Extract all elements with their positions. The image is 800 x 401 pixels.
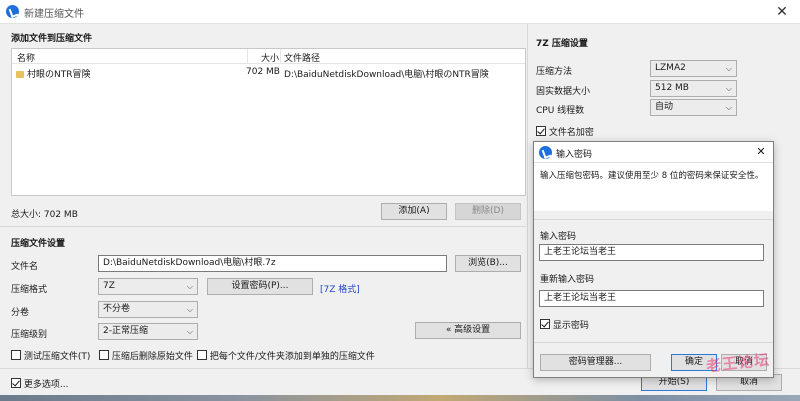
file-list-header: 名称 大小 文件路径 [12,49,525,64]
browse-button[interactable]: 浏览(B)... [455,255,521,272]
reenter-password-field[interactable]: 上老王论坛当老王 [539,290,764,307]
file-list[interactable]: 名称 大小 文件路径 村眼のNTR冒険 702 MB D:\BaiduNetdi… [11,48,526,196]
more-options-label: 更多选项... [23,380,69,390]
column-divider [280,49,281,64]
enter-password-label: 输入密码 [540,232,577,242]
password-dialog: 输入密码 ✕ 输入压缩包密码。建议使用至少 8 位的密码来保证安全性。 输入密码… [533,141,774,378]
column-size[interactable]: 大小 [261,51,279,64]
format-select[interactable]: 7Z ⌵ [98,278,198,295]
panel-divider [527,24,528,368]
chevron-down-icon: ⌵ [186,327,193,336]
split-select-value: 不分卷 [103,304,131,314]
separate-archives-label: 把每个文件/文件夹添加到单独的压缩文件 [209,352,375,362]
method-select-value: LZMA2 [655,63,686,73]
column-name[interactable]: 名称 [17,51,35,64]
password-manager-button[interactable]: 密码管理器... [540,354,651,371]
file-path: D:\BaiduNetdiskDownload\电脑\村眼のNTR冒険 [284,70,489,80]
encrypt-names-checkbox[interactable] [536,126,546,136]
password-dialog-description: 输入压缩包密码。建议使用至少 8 位的密码来保证安全性。 [540,171,764,181]
file-size: 702 MB [246,67,280,77]
split-label: 分卷 [11,308,30,318]
format-select-value: 7Z [103,281,115,291]
show-password-label: 显示密码 [552,321,589,331]
more-options-option[interactable]: 更多选项... [11,377,68,390]
level-select-value: 2-正常压缩 [103,326,148,336]
dialog-divider [534,219,773,220]
chevron-down-icon: ⌵ [186,282,193,291]
chevron-down-icon: ⌵ [725,84,732,93]
app-icon [6,5,19,18]
advanced-settings-button[interactable]: « 高级设置 [415,322,521,339]
window-close-button[interactable]: ✕ [773,3,791,21]
method-label: 压缩方法 [536,67,573,77]
column-path[interactable]: 文件路径 [284,51,320,64]
split-select[interactable]: 不分卷 ⌵ [98,301,198,318]
test-archive-label: 测试压缩文件(T) [23,352,91,362]
section-divider [0,226,526,227]
file-name-cell: 村眼のNTR冒険 [16,67,90,80]
delete-after-option[interactable]: 压缩后删除原始文件 [99,349,193,362]
solid-size-select[interactable]: 512 MB ⌵ [650,80,737,97]
password-dialog-close-button[interactable]: ✕ [753,144,769,160]
enter-password-field[interactable]: 上老王论坛当老王 [539,244,764,261]
delete-after-checkbox[interactable] [99,350,109,360]
files-panel-heading: 添加文件到压缩文件 [11,34,93,44]
filename-field[interactable]: D:\BaiduNetdiskDownload\电脑\村眼.7z [98,255,447,272]
reenter-password-label: 重新输入密码 [540,275,595,285]
threads-select-value: 自动 [655,102,674,112]
filename-label: 文件名 [11,262,39,272]
delete-after-label: 压缩后删除原始文件 [111,352,193,362]
dialog-divider [534,342,773,343]
sevenz-heading: 7Z 压缩设置 [536,39,588,49]
window-titlebar: 新建压缩文件 ✕ [0,0,800,24]
column-divider [247,49,248,64]
add-button[interactable]: 添加(A) [381,203,447,220]
total-size: 总大小: 702 MB [11,210,78,220]
chevron-down-icon: ⌵ [186,305,193,314]
separate-archives-option[interactable]: 把每个文件/文件夹添加到单独的压缩文件 [197,349,375,362]
set-password-button[interactable]: 设置密码(P)... [207,278,313,295]
table-row[interactable]: 村眼のNTR冒険 702 MB D:\BaiduNetdiskDownload\… [12,65,525,80]
password-dialog-description-area: 输入压缩包密码。建议使用至少 8 位的密码来保证安全性。 [534,163,773,211]
window-title: 新建压缩文件 [24,9,84,20]
method-select[interactable]: LZMA2 ⌵ [650,60,737,77]
level-select[interactable]: 2-正常压缩 ⌵ [98,323,198,340]
app-icon [539,146,552,159]
threads-select[interactable]: 自动 ⌵ [650,99,737,116]
test-archive-checkbox[interactable] [11,350,21,360]
threads-label: CPU 线程数 [536,106,585,116]
show-password-option[interactable]: 显示密码 [540,318,589,331]
chevron-down-icon: ⌵ [725,64,732,73]
desktop-background-strip [0,395,800,401]
level-label: 压缩级别 [11,330,48,340]
password-dialog-titlebar: 输入密码 ✕ [534,142,773,163]
solid-size-label: 固实数据大小 [536,87,591,97]
format-link[interactable]: [7Z 格式] [320,282,360,295]
settings-heading: 压缩文件设置 [11,239,66,249]
solid-size-select-value: 512 MB [655,83,689,93]
show-password-checkbox[interactable] [540,319,550,329]
separate-archives-checkbox[interactable] [197,350,207,360]
delete-button[interactable]: 删除(D) [455,203,521,220]
file-name: 村眼のNTR冒険 [27,70,91,80]
encrypt-names-option[interactable]: 文件名加密 [536,125,594,138]
chevron-down-icon: ⌵ [725,103,732,112]
encrypt-names-label: 文件名加密 [548,128,594,138]
more-options-checkbox[interactable] [11,378,21,388]
test-archive-option[interactable]: 测试压缩文件(T) [11,349,90,362]
format-label: 压缩格式 [11,285,48,295]
password-dialog-title: 输入密码 [556,150,593,160]
folder-icon [16,71,24,78]
